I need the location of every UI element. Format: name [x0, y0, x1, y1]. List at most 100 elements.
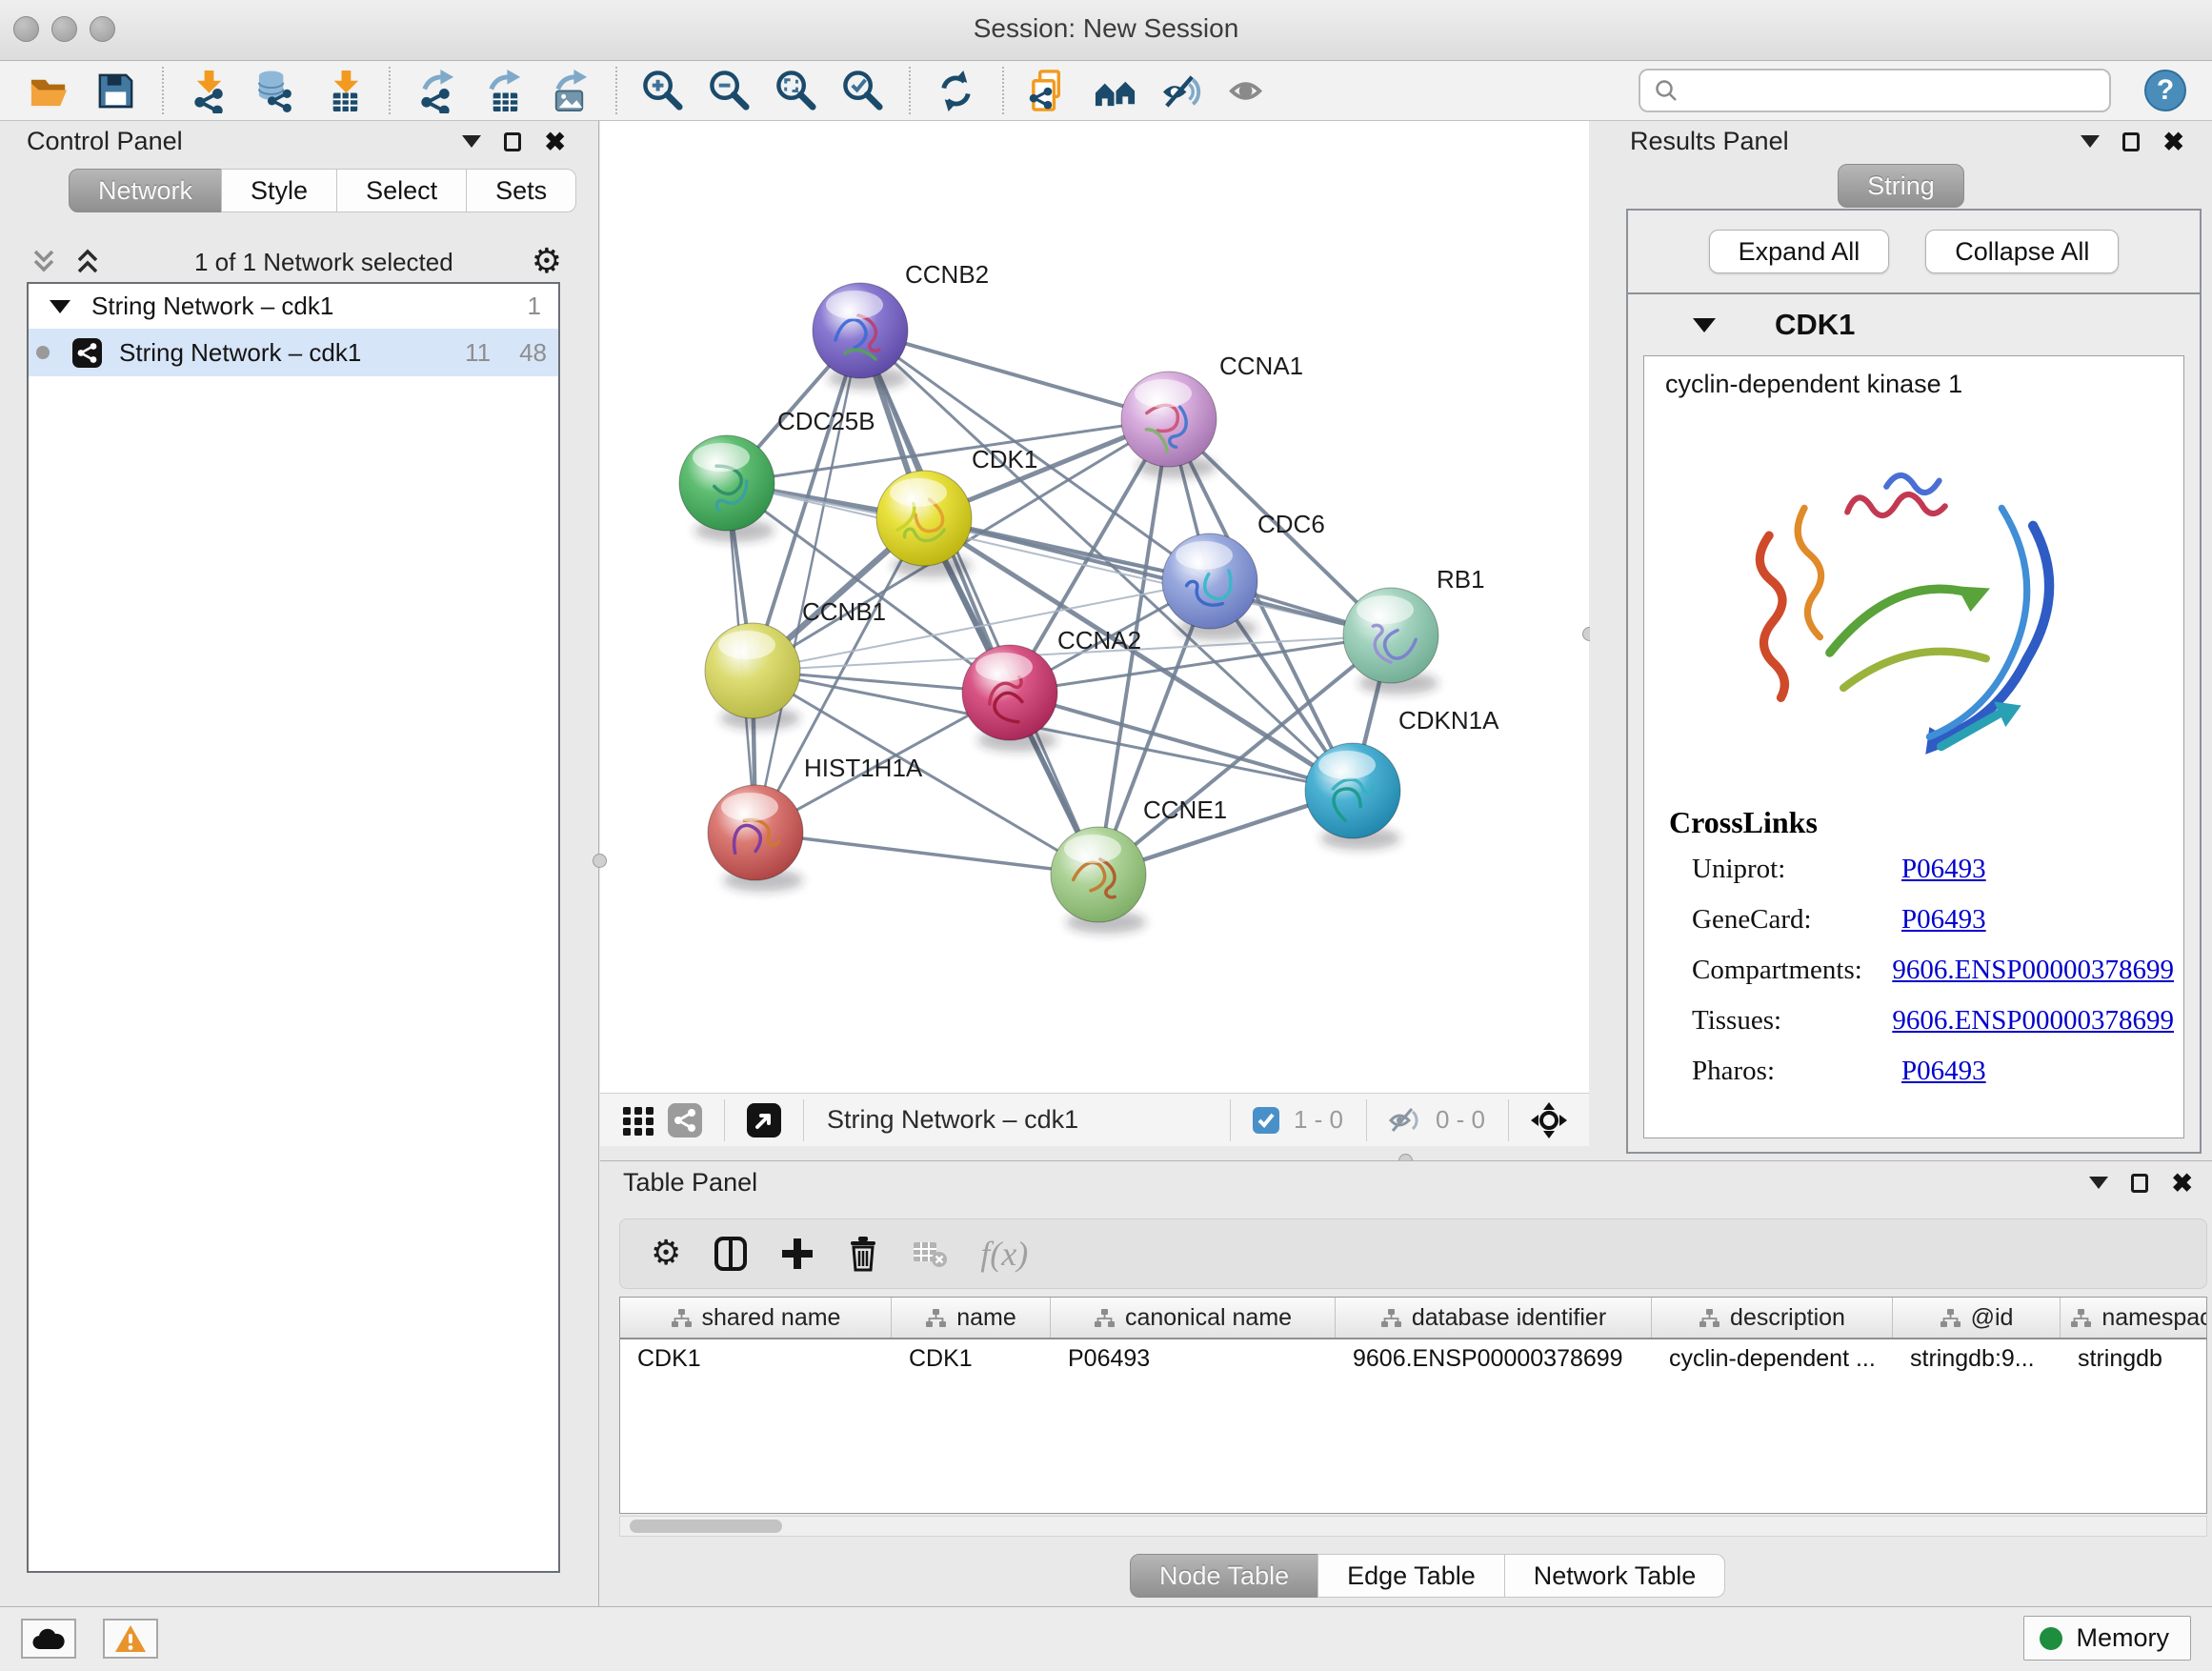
- results-panel-menu-icon[interactable]: [2081, 135, 2100, 148]
- table-cell[interactable]: P06493: [1051, 1339, 1336, 1379]
- scrollbar-thumb[interactable]: [630, 1520, 782, 1533]
- column-header-canonical-name[interactable]: canonical name: [1051, 1298, 1336, 1338]
- export-table-button[interactable]: [474, 64, 530, 117]
- column-header-description[interactable]: description: [1652, 1298, 1893, 1338]
- search-box[interactable]: [1639, 69, 2111, 112]
- export-network-icon: [413, 69, 458, 113]
- delete-column-trash-icon[interactable]: [847, 1236, 879, 1272]
- table-panel-menu-icon[interactable]: [2089, 1177, 2108, 1189]
- grid-view-icon[interactable]: [621, 1103, 655, 1137]
- node-CCNB2[interactable]: [813, 283, 908, 378]
- network-share-view-icon[interactable]: [667, 1102, 703, 1138]
- node-CDC25B[interactable]: [679, 435, 774, 531]
- zoom-in-button[interactable]: [634, 64, 690, 117]
- node-table-data-row[interactable]: CDK1CDK1P064939606.ENSP00000378699cyclin…: [620, 1339, 2206, 1379]
- search-input[interactable]: [1688, 76, 2096, 106]
- tab-sets[interactable]: Sets: [466, 169, 576, 212]
- network-row-selected[interactable]: String Network – cdk1 11 48: [29, 329, 558, 376]
- results-panel-close-icon[interactable]: ✖: [2162, 132, 2184, 151]
- zoom-selected-button[interactable]: [835, 64, 890, 117]
- uniprot-link[interactable]: P06493: [1901, 854, 1986, 885]
- node-CDK1[interactable]: [876, 471, 972, 566]
- import-database-button[interactable]: [248, 64, 303, 117]
- toolbar-button-groups: [21, 64, 1288, 117]
- expand-all-icon[interactable]: [72, 248, 103, 276]
- network-options-gear-icon[interactable]: ⚙: [532, 245, 562, 279]
- table-horizontal-scrollbar[interactable]: [619, 1516, 2207, 1537]
- tissues-link[interactable]: 9606.ENSP00000378699: [1892, 1005, 2174, 1037]
- column-header-database-identifier[interactable]: database identifier: [1336, 1298, 1652, 1338]
- collection-expand-icon[interactable]: [50, 300, 70, 313]
- gene-description: cyclin-dependent kinase 1: [1658, 370, 2174, 399]
- node-RB1[interactable]: [1343, 588, 1438, 683]
- genecard-link[interactable]: P06493: [1901, 904, 1986, 936]
- node-CCNB1[interactable]: [705, 623, 800, 718]
- network-collection-row[interactable]: String Network – cdk1 1: [29, 284, 558, 329]
- left-splitter-handle[interactable]: [593, 854, 607, 868]
- first-neighbors-button[interactable]: [1088, 64, 1143, 117]
- collapse-all-button[interactable]: Collapse All: [1925, 230, 2119, 273]
- control-panel-menu-icon[interactable]: [462, 135, 481, 148]
- refresh-view-button[interactable]: [928, 64, 983, 117]
- import-table-button[interactable]: [314, 64, 370, 117]
- column-header-name[interactable]: name: [892, 1298, 1051, 1338]
- zoom-out-button[interactable]: [701, 64, 756, 117]
- export-network-button[interactable]: [408, 64, 463, 117]
- tab-string[interactable]: String: [1838, 164, 1964, 208]
- table-settings-gear-icon[interactable]: ⚙: [651, 1237, 681, 1271]
- table-cell[interactable]: 9606.ENSP00000378699: [1336, 1339, 1652, 1379]
- control-panel-float-icon[interactable]: [504, 132, 521, 151]
- show-columns-icon[interactable]: [714, 1236, 748, 1272]
- hidden-eye-slash-icon[interactable]: [1388, 1105, 1422, 1136]
- gene-section-header[interactable]: CDK1: [1628, 294, 2200, 355]
- table-cell[interactable]: CDK1: [620, 1339, 892, 1379]
- node-CCNA2[interactable]: [962, 645, 1057, 740]
- tab-network-table[interactable]: Network Table: [1504, 1554, 1726, 1598]
- compartments-link[interactable]: 9606.ENSP00000378699: [1892, 955, 2174, 986]
- status-bar: Memory: [0, 1606, 2212, 1671]
- birdseye-navigator-icon[interactable]: [1530, 1101, 1568, 1139]
- import-network-button[interactable]: [181, 64, 236, 117]
- node-CDKN1A[interactable]: [1305, 743, 1400, 838]
- tab-node-table[interactable]: Node Table: [1130, 1554, 1318, 1598]
- selected-checkbox-icon[interactable]: [1252, 1106, 1280, 1135]
- node-CDC6[interactable]: [1162, 534, 1257, 629]
- expand-all-button[interactable]: Expand All: [1709, 230, 1890, 273]
- pharos-link[interactable]: P06493: [1901, 1056, 1986, 1087]
- memory-button[interactable]: Memory: [2023, 1616, 2191, 1661]
- tab-edge-table[interactable]: Edge Table: [1317, 1554, 1505, 1598]
- duplicate-network-button[interactable]: [1021, 64, 1076, 117]
- table-cell[interactable]: stringdb:9...: [1893, 1339, 2061, 1379]
- edge-HIST1H1A-CCNE1[interactable]: [755, 833, 1098, 875]
- tab-select[interactable]: Select: [336, 169, 467, 212]
- column-header-namespac[interactable]: namespac: [2061, 1298, 2207, 1338]
- node-CCNA1[interactable]: [1121, 372, 1217, 467]
- detach-view-icon[interactable]: [746, 1102, 782, 1138]
- warning-status-button[interactable]: [103, 1619, 158, 1659]
- table-panel-close-icon[interactable]: ✖: [2171, 1174, 2193, 1193]
- table-cell[interactable]: CDK1: [892, 1339, 1051, 1379]
- control-panel-close-icon[interactable]: ✖: [544, 132, 566, 151]
- results-panel-float-icon[interactable]: [2122, 132, 2140, 151]
- column-header-shared-name[interactable]: shared name: [620, 1298, 892, 1338]
- table-cell[interactable]: stringdb: [2061, 1339, 2207, 1379]
- network-view-canvas[interactable]: CCNB2CCNA1CDC25BCDK1CDC6RB1CCNB1CCNA2CDK…: [600, 121, 1589, 1093]
- collapse-all-icon[interactable]: [29, 248, 59, 276]
- node-CCNE1[interactable]: [1051, 827, 1146, 922]
- cloud-status-button[interactable]: [21, 1619, 76, 1659]
- tab-network[interactable]: Network: [69, 169, 222, 212]
- help-button[interactable]: ?: [2143, 69, 2187, 112]
- table-cell[interactable]: cyclin-dependent ...: [1652, 1339, 1893, 1379]
- save-session-button[interactable]: [88, 64, 143, 117]
- column-header--id[interactable]: @id: [1893, 1298, 2061, 1338]
- tab-style[interactable]: Style: [221, 169, 337, 212]
- zoom-fit-button[interactable]: [768, 64, 823, 117]
- create-column-plus-icon[interactable]: [780, 1237, 814, 1271]
- node-HIST1H1A[interactable]: [708, 785, 803, 880]
- export-image-button[interactable]: [541, 64, 596, 117]
- gene-section-collapse-icon[interactable]: [1693, 318, 1716, 332]
- open-session-button[interactable]: [21, 64, 76, 117]
- show-all-button[interactable]: [1221, 64, 1277, 117]
- hide-selected-button[interactable]: [1155, 64, 1210, 117]
- table-panel-float-icon[interactable]: [2131, 1174, 2148, 1193]
